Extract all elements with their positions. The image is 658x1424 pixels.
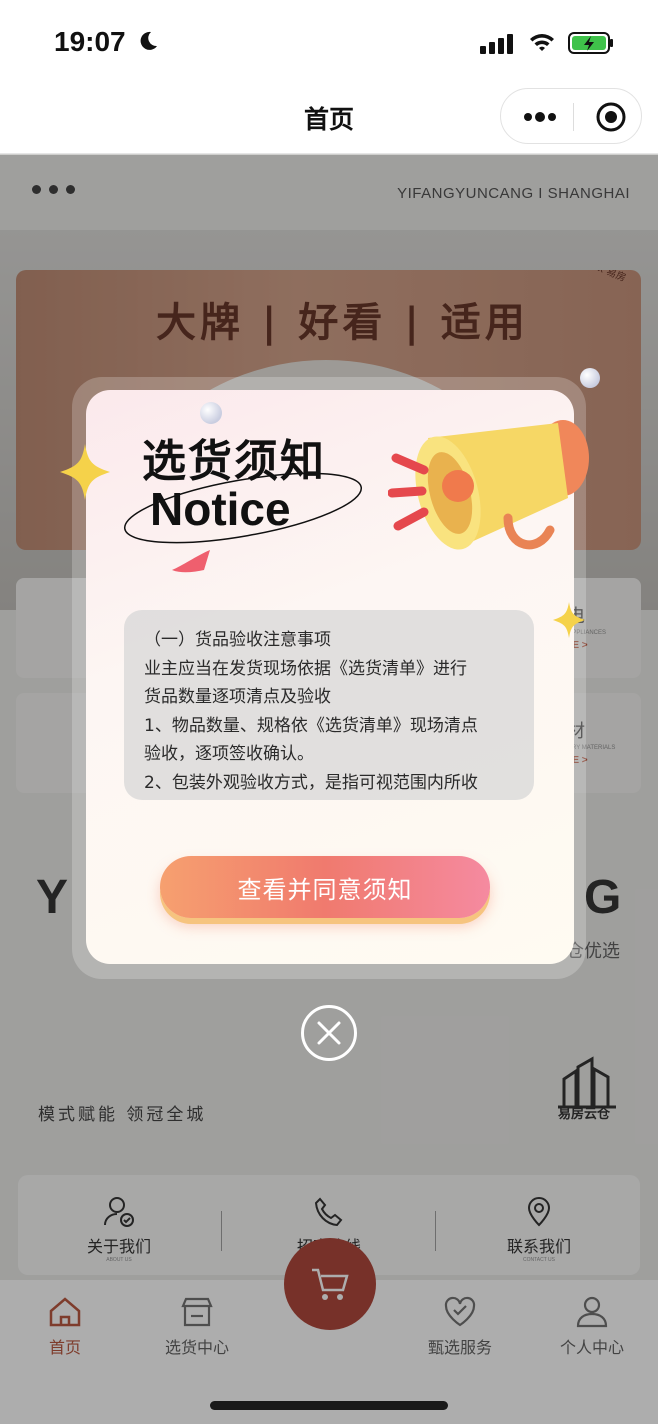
notice-line: 2、包装外观验收方式，是指可视范围内所收 [144,772,478,793]
megaphone-icon [388,420,589,550]
sparkle-icon [552,602,586,638]
modal-title: 选货须知 [142,436,326,487]
status-bar: 19:07 [0,0,658,80]
close-icon [317,1021,341,1045]
mini-program-capsule [500,88,642,144]
confetti-icon [172,550,210,573]
status-time: 19:07 [54,26,126,57]
wifi-icon [530,34,554,51]
agree-button-label: 查看并同意须知 [237,876,413,904]
decor-ball [580,368,600,388]
cellular-signal-icon [480,34,513,54]
moon-icon [140,31,157,50]
notice-line: 1、物品数量、规格依《选货清单》现场清点 [144,715,478,736]
more-dots-icon[interactable] [523,109,557,125]
notice-line: 验收，逐项签收确认。 [144,744,314,764]
agree-button[interactable]: 查看并同意须知 [160,856,490,918]
notice-line: （一）货品验收注意事项 [144,630,331,650]
decor-ball [200,402,222,424]
notice-content[interactable]: （一）货品验收注意事项 业主应当在发货现场依据《选货清单》进行 货品数量逐项清点… [124,610,534,800]
notice-line: 货品数量逐项清点及验收 [144,687,331,707]
capsule-divider [573,103,574,131]
close-miniprogram-icon[interactable] [595,101,627,133]
modal-title-en: Notice [150,483,291,535]
nav-bar: 首页 [0,80,658,154]
notice-line: 业主应当在发货现场依据《选货清单》进行 [144,658,467,679]
sparkle-icon [60,444,110,500]
close-modal-button[interactable] [301,1005,357,1061]
battery-charging-icon [568,32,613,54]
